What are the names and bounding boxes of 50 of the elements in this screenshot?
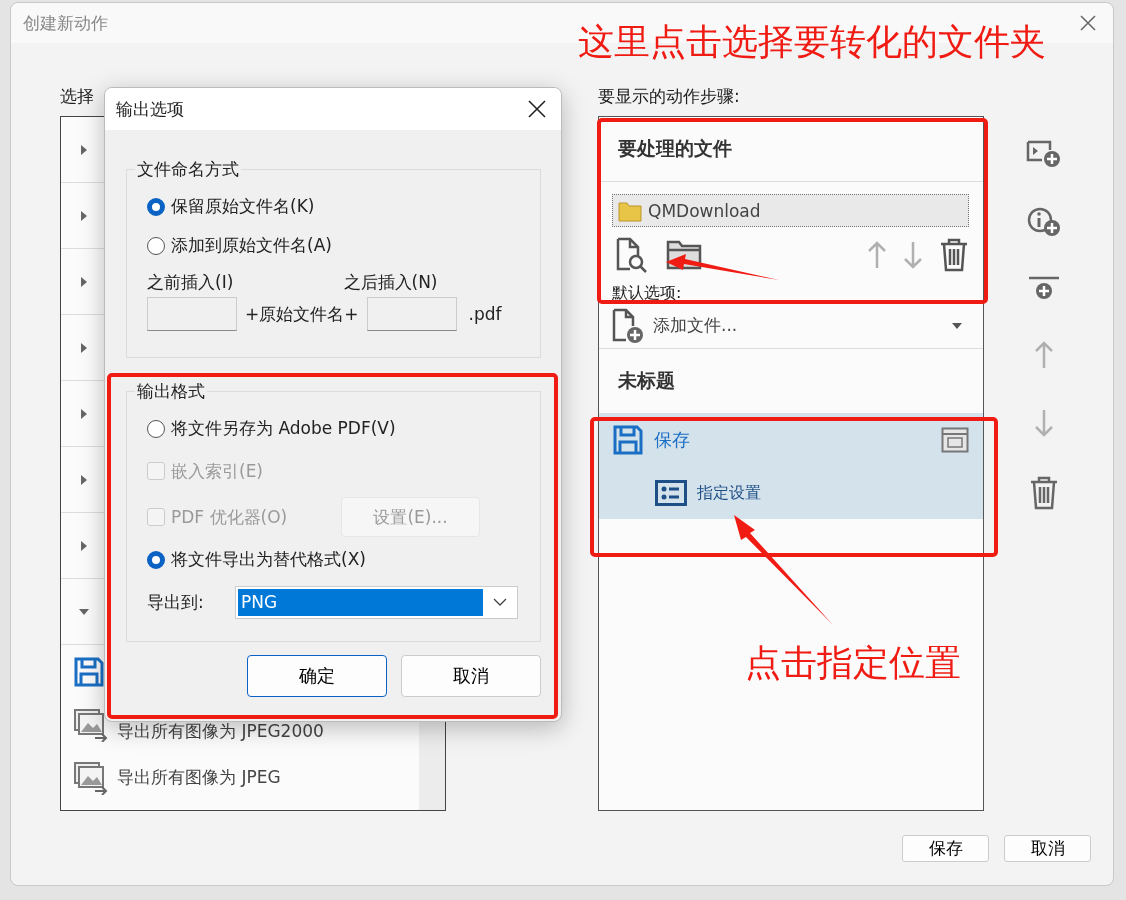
dialog-title: 输出选项 <box>116 97 184 121</box>
folder-icon <box>618 199 642 222</box>
dialog-button[interactable]: 保存 <box>902 835 989 862</box>
save-icon <box>612 424 644 456</box>
group-title: 输出格式 <box>136 380 206 403</box>
trash-icon[interactable] <box>1029 476 1059 510</box>
action-item[interactable]: 保存 指定设置 <box>599 413 983 519</box>
field-label: 导出到: <box>147 590 205 614</box>
trash-icon[interactable] <box>939 238 969 272</box>
action-label: 保存 <box>654 428 691 452</box>
dialog-button[interactable]: 确定 <box>247 655 387 697</box>
extension-text: .pdf <box>468 304 502 324</box>
dialog-button[interactable]: 取消 <box>401 655 541 697</box>
dialog-toggle-icon[interactable] <box>941 427 969 453</box>
window-title: 创建新动作 <box>23 11 108 35</box>
input-field[interactable] <box>147 297 237 331</box>
folder-item[interactable]: QMDownload <box>612 194 969 227</box>
add-step-icon[interactable] <box>1026 140 1062 168</box>
panel-label: 要显示的动作步骤: <box>598 85 740 108</box>
default-option-dropdown[interactable]: 添加文件... <box>599 303 983 349</box>
panel-label: 选择 <box>60 85 94 108</box>
group-title: 文件命名方式 <box>136 158 240 181</box>
settings-list-icon <box>655 480 687 506</box>
field-label: 之前插入(I) <box>147 271 235 294</box>
section-title: 未标题 <box>617 368 676 393</box>
tool-label[interactable]: 导出所有图像为 JPEG2000 <box>117 720 324 743</box>
radio-option[interactable]: 添加到原始文件名(A) <box>147 226 540 265</box>
radio-option[interactable]: 将文件导出为替代格式(X) <box>147 540 540 579</box>
add-info-icon[interactable] <box>1026 206 1062 238</box>
add-file-icon <box>611 307 645 344</box>
save-icon[interactable] <box>73 655 105 688</box>
format-dropdown[interactable]: PNG <box>235 585 518 619</box>
field-label: 之后插入(N) <box>343 271 439 294</box>
dialog-button[interactable]: 取消 <box>1004 835 1091 862</box>
radio-option[interactable]: 保留原始文件名(K) <box>147 187 540 226</box>
add-group-icon[interactable] <box>1028 276 1060 302</box>
input-field[interactable] <box>366 297 457 331</box>
section-label: 默认选项: <box>612 283 683 303</box>
section-title: 要处理的文件 <box>599 117 983 182</box>
radio-option[interactable]: 将文件另存为 Adobe PDF(V) <box>147 409 540 448</box>
image-export-icon[interactable] <box>73 707 109 742</box>
chevron-down-icon <box>493 598 507 606</box>
annotation-text: 这里点击选择要转化的文件夹 <box>578 22 1046 62</box>
image-export-icon[interactable] <box>73 760 109 795</box>
filename-text: +原始文件名+ <box>245 302 359 326</box>
close-icon[interactable] <box>528 100 546 118</box>
caret-icon <box>951 321 963 330</box>
sub-step-label[interactable]: 指定设置 <box>697 482 761 504</box>
tool-label[interactable]: 导出所有图像为 JPEG <box>117 766 281 789</box>
annotation-text: 点击指定位置 <box>745 643 961 683</box>
